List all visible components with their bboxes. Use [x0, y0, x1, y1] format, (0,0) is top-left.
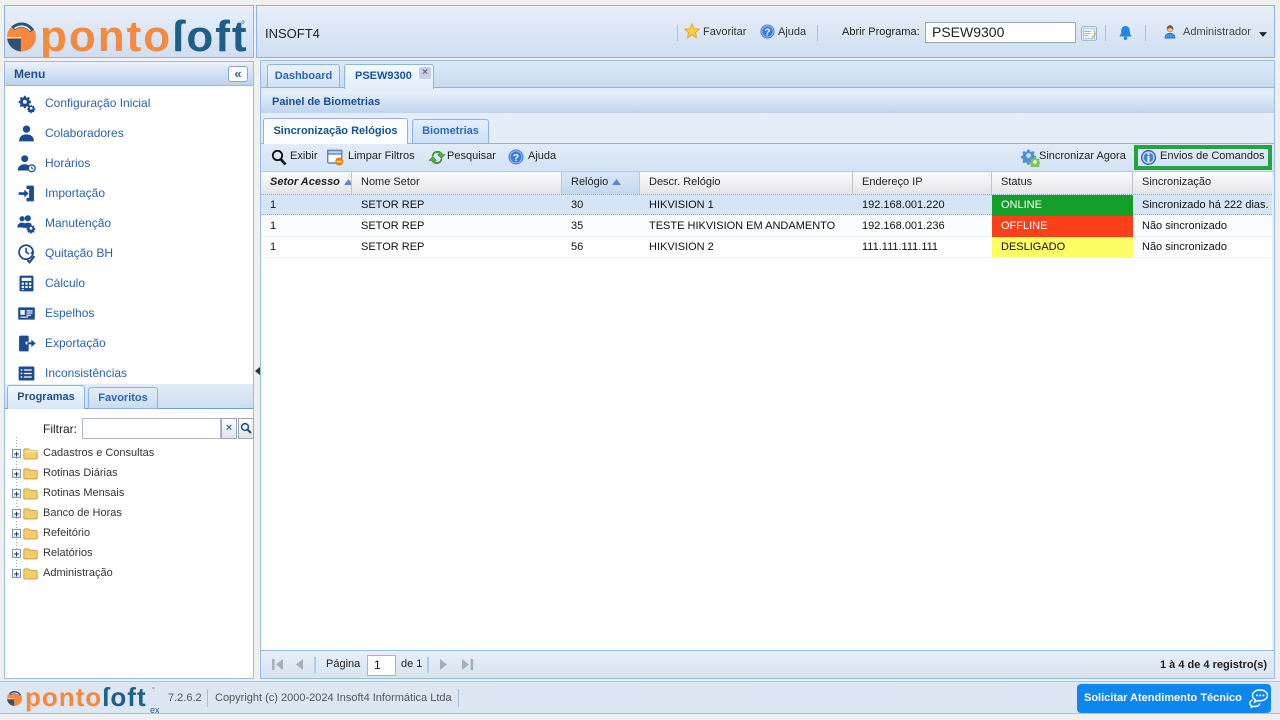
svg-text:°: ° [241, 20, 245, 31]
svg-text:?: ? [764, 27, 770, 38]
svg-text:pontoſoft: pontoſoft [40, 12, 249, 58]
svg-text:pontoſoft: pontoſoft [25, 682, 147, 712]
svg-text:°: ° [152, 686, 155, 694]
svg-text:ex: ex [150, 705, 160, 715]
svg-text:?: ? [513, 152, 519, 164]
